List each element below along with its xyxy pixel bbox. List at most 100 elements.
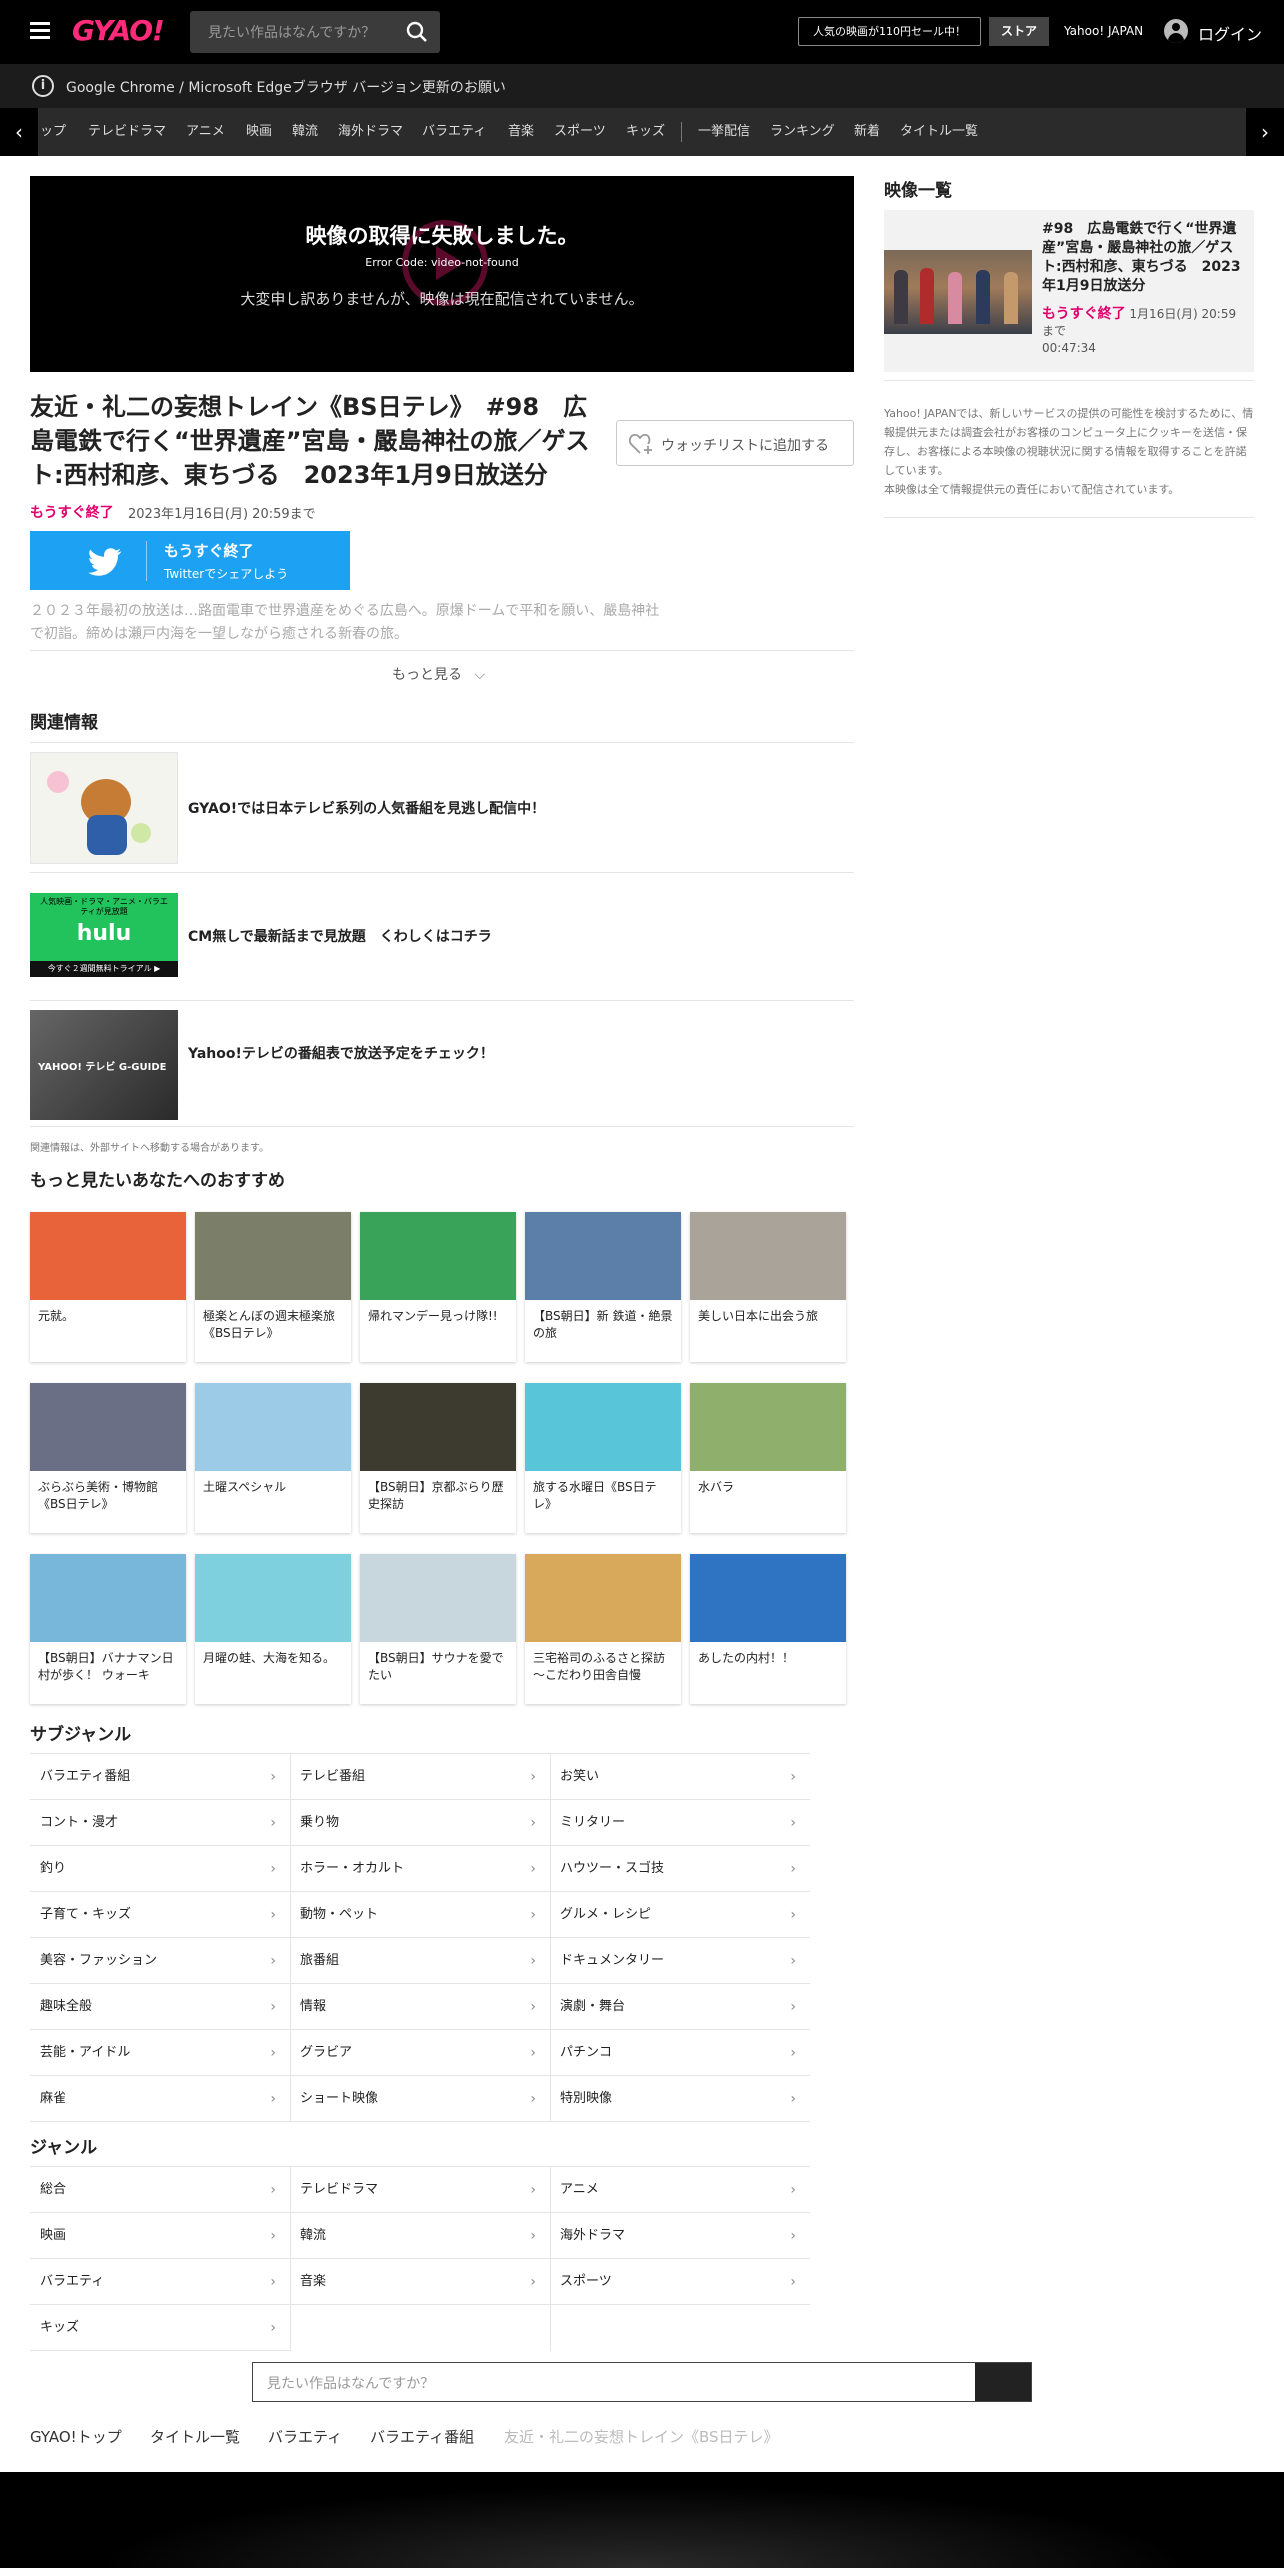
nav-item[interactable]: キッズ xyxy=(626,108,665,156)
genre-item[interactable]: 海外ドラマ › xyxy=(550,2213,810,2259)
nav-item[interactable]: 映画 xyxy=(246,108,272,156)
sidebar-video-item[interactable]: #98 広島電鉄で行く“世界遺産”宮島・嚴島神社の旅／ゲスト:西村和彦、東ちづる… xyxy=(884,210,1254,372)
nav-item[interactable]: 一挙配信 xyxy=(698,108,750,156)
notice-text[interactable]: Google Chrome / Microsoft Edgeブラウザ バージョン… xyxy=(66,77,506,97)
watchlist-button[interactable]: ウォッチリストに追加する xyxy=(616,420,854,466)
search-input[interactable]: 見たい作品はなんですか？ xyxy=(208,22,375,42)
twitter-share-button[interactable]: もうすぐ終了 Twitterでシェアしよう xyxy=(30,531,350,590)
recommend-card[interactable]: 極楽とんぼの週末極楽旅《BS日テレ》 xyxy=(195,1212,351,1362)
subgenre-item[interactable]: ショート映像 › xyxy=(290,2076,550,2122)
video-player[interactable]: 映像の取得に失敗しました。 Error Code: video-not-foun… xyxy=(30,176,854,372)
subgenre-item[interactable]: 動物・ペット › xyxy=(290,1892,550,1938)
nav-item[interactable]: 新着 xyxy=(854,108,880,156)
menu-icon[interactable] xyxy=(30,22,50,40)
user-icon[interactable] xyxy=(1164,19,1188,43)
genre-item[interactable]: 韓流 › xyxy=(290,2213,550,2259)
subgenre-item[interactable]: ドキュメンタリー › xyxy=(550,1938,810,1984)
store-button[interactable]: ストア xyxy=(989,17,1049,46)
subgenre-item[interactable]: パチンコ › xyxy=(550,2030,810,2076)
breadcrumb-item[interactable]: バラエティ xyxy=(268,2426,342,2447)
recommend-card[interactable]: 美しい日本に出会う旅 xyxy=(690,1212,846,1362)
hulu-thumb-text: 人気映画・ドラマ・アニメ・バラエティが見放題 xyxy=(40,897,168,916)
recommend-card[interactable]: 水バラ xyxy=(690,1383,846,1533)
genre-item[interactable]: 映画 › xyxy=(30,2213,290,2259)
nav-item[interactable]: アニメ xyxy=(186,108,225,156)
browser-update-notice[interactable]: i Google Chrome / Microsoft Edgeブラウザ バージ… xyxy=(0,64,1284,108)
search-box[interactable]: 見たい作品はなんですか？ xyxy=(190,11,440,53)
subgenre-item[interactable]: グルメ・レシピ › xyxy=(550,1892,810,1938)
chevron-left-icon[interactable]: ‹ xyxy=(0,108,38,156)
nav-item[interactable]: ランキング xyxy=(770,108,835,156)
genre-item[interactable]: キッズ › xyxy=(30,2305,290,2351)
genre-item[interactable]: アニメ › xyxy=(550,2167,810,2213)
subgenre-item[interactable]: 子育て・キッズ › xyxy=(30,1892,290,1938)
nav-item[interactable]: タイトル一覧 xyxy=(900,108,978,156)
nav-item[interactable]: テレビドラマ xyxy=(88,108,166,156)
related-item[interactable]: YAHOO! テレビ G-GUIDE Yahoo!テレビの番組表で放送予定をチェ… xyxy=(30,1010,854,1120)
genre-item[interactable]: バラエティ › xyxy=(30,2259,290,2305)
related-item[interactable]: GYAO!では日本テレビ系列の人気番組を見逃し配信中！ xyxy=(30,752,854,864)
login-link[interactable]: ログイン xyxy=(1198,21,1262,45)
related-text[interactable]: CM無しで最新話まで見放題 くわしくはコチラ xyxy=(188,926,492,946)
video-title: 友近・礼二の妄想トレイン《BS日テレ》 #98 広島電鉄で行く“世界遺産”宮島・… xyxy=(30,393,590,489)
breadcrumb-item[interactable]: タイトル一覧 xyxy=(150,2426,240,2447)
subgenre-item[interactable]: ハウツー・スゴ技 › xyxy=(550,1846,810,1892)
recommend-card[interactable]: 三宅裕司のふるさと探訪～こだわり田舎自慢 xyxy=(525,1554,681,1704)
nav-item[interactable]: 海外ドラマ xyxy=(338,108,403,156)
genre-item[interactable]: テレビドラマ › xyxy=(290,2167,550,2213)
recommend-card[interactable]: 元就。 xyxy=(30,1212,186,1362)
bottom-search[interactable]: 見たい作品はなんですか？ xyxy=(252,2362,1032,2402)
recommend-card[interactable]: 旅する水曜日《BS日テレ》 xyxy=(525,1383,681,1533)
recommend-card[interactable]: あしたの内村！！ xyxy=(690,1554,846,1704)
recommend-card[interactable]: 【BS朝日】新 鉄道・絶景の旅 xyxy=(525,1212,681,1362)
subgenre-item[interactable]: グラビア › xyxy=(290,2030,550,2076)
subgenre-item[interactable]: 趣味全般 › xyxy=(30,1984,290,2030)
subgenre-item[interactable]: コント・漫才 › xyxy=(30,1800,290,1846)
subgenre-item[interactable]: 麻雀 › xyxy=(30,2076,290,2122)
recommend-card[interactable]: ぶらぶら美術・博物館《BS日テレ》 xyxy=(30,1383,186,1533)
related-text[interactable]: GYAO!では日本テレビ系列の人気番組を見逃し配信中！ xyxy=(188,798,545,818)
subgenre-item[interactable]: 特別映像 › xyxy=(550,2076,810,2122)
breadcrumb-item[interactable]: バラエティ番組 xyxy=(370,2426,474,2447)
subgenre-item[interactable]: テレビ番組 › xyxy=(290,1754,550,1800)
subgenre-item[interactable]: ホラー・オカルト › xyxy=(290,1846,550,1892)
recommend-card[interactable]: 【BS朝日】京都ぶらり歴史探訪 xyxy=(360,1383,516,1533)
recommend-thumb xyxy=(525,1554,681,1642)
gyao-logo[interactable]: GYAO! xyxy=(72,14,165,47)
nav-item[interactable]: ップ xyxy=(40,108,66,156)
nav-item[interactable]: 音楽 xyxy=(508,108,534,156)
search-icon[interactable] xyxy=(406,21,428,43)
recommend-card[interactable]: 月曜の蛙、大海を知る。 xyxy=(195,1554,351,1704)
yahoo-japan-link[interactable]: Yahoo! JAPAN xyxy=(1064,24,1143,38)
genre-item[interactable]: 総合 › xyxy=(30,2167,290,2213)
subgenre-item[interactable]: お笑い › xyxy=(550,1754,810,1800)
recommend-card[interactable]: 土曜スペシャル xyxy=(195,1383,351,1533)
promo-link[interactable]: 人気の映画が110円セール中！ xyxy=(798,17,981,46)
subgenre-item[interactable]: 情報 › xyxy=(290,1984,550,2030)
related-text[interactable]: Yahoo!テレビの番組表で放送予定をチェック！ xyxy=(188,1043,494,1063)
nav-item[interactable]: バラエティ xyxy=(422,108,486,156)
subgenre-item[interactable]: ミリタリー › xyxy=(550,1800,810,1846)
subgenre-item[interactable]: 美容・ファッション › xyxy=(30,1938,290,1984)
subgenre-item[interactable]: バラエティ番組 › xyxy=(30,1754,290,1800)
recommend-card[interactable]: 【BS朝日】サウナを愛でたい xyxy=(360,1554,516,1704)
more-button[interactable]: もっと見る ⌵ xyxy=(392,664,485,684)
subgenre-item[interactable]: 乗り物 › xyxy=(290,1800,550,1846)
bottom-search-button[interactable] xyxy=(975,2363,1031,2401)
recommend-thumb xyxy=(690,1554,846,1642)
nav-item[interactable]: 韓流 xyxy=(292,108,318,156)
subgenre-item[interactable]: 演劇・舞台 › xyxy=(550,1984,810,2030)
chevron-right-icon[interactable]: › xyxy=(1246,108,1284,156)
subgenre-item[interactable]: 芸能・アイドル › xyxy=(30,2030,290,2076)
subgenre-item[interactable]: 釣り › xyxy=(30,1846,290,1892)
bottom-search-input[interactable]: 見たい作品はなんですか？ xyxy=(267,2373,434,2393)
genre-item[interactable]: スポーツ › xyxy=(550,2259,810,2305)
sidebar-item-title[interactable]: #98 広島電鉄で行く“世界遺産”宮島・嚴島神社の旅／ゲスト:西村和彦、東ちづる… xyxy=(1042,220,1248,296)
subgenre-item[interactable]: 旅番組 › xyxy=(290,1938,550,1984)
breadcrumb-item[interactable]: GYAO!トップ xyxy=(30,2426,122,2447)
related-item[interactable]: 人気映画・ドラマ・アニメ・バラエティが見放題 hulu 今すぐ２週間無料トライア… xyxy=(30,893,854,979)
recommend-card[interactable]: 【BS朝日】バナナマン日村が歩く！ ウォーキ xyxy=(30,1554,186,1704)
genre-item[interactable]: 音楽 › xyxy=(290,2259,550,2305)
recommend-card[interactable]: 帰れマンデー見っけ隊!! xyxy=(360,1212,516,1362)
nav-item[interactable]: スポーツ xyxy=(554,108,606,156)
